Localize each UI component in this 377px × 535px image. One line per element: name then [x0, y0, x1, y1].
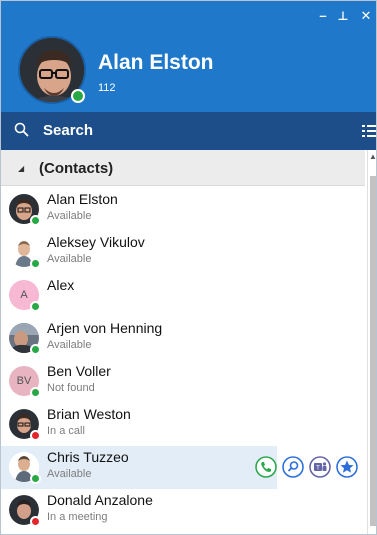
profile-name: Alan Elston [98, 51, 214, 74]
status-dot [30, 215, 41, 226]
presence-indicator [71, 89, 85, 103]
vertical-scrollbar[interactable]: ▲ [367, 150, 376, 534]
status-dot [30, 258, 41, 269]
group-label: (Contacts) [39, 160, 114, 177]
status-dot [30, 516, 41, 527]
contacts-window: – ⊥ ✕ Alan Elston 112 Search ◢ (Contacts… [0, 0, 377, 535]
scroll-up-arrow-icon[interactable]: ▲ [369, 152, 376, 161]
search-label[interactable]: Search [43, 122, 93, 139]
group-header-contacts[interactable]: ◢ (Contacts) [1, 150, 365, 186]
contact-status: Available [47, 210, 92, 222]
collapse-caret-icon[interactable]: ◢ [18, 164, 24, 173]
star-icon[interactable] [336, 456, 358, 478]
contact-row[interactable]: A Alex [1, 274, 365, 317]
contact-name: Donald Anzalone [47, 492, 153, 508]
contact-row[interactable]: Arjen von Henning Available [1, 317, 365, 360]
contact-status: Not found [47, 382, 95, 394]
search-icon [14, 122, 29, 137]
teams-icon[interactable]: T [309, 456, 331, 478]
phone-icon[interactable] [255, 456, 277, 478]
contact-name: Alan Elston [47, 191, 118, 207]
contact-row[interactable]: BV Ben Voller Not found [1, 360, 365, 403]
contact-name: Aleksey Vikulov [47, 234, 145, 250]
minimize-button[interactable]: – [315, 8, 331, 24]
list-view-icon[interactable] [362, 123, 377, 139]
pin-button[interactable]: ⊥ [335, 8, 351, 24]
contact-status: Available [47, 253, 92, 265]
contact-row[interactable]: Brian Weston In a call [1, 403, 365, 446]
scroll-thumb[interactable] [370, 176, 376, 526]
profile-extension: 112 [98, 82, 116, 94]
row-actions: T [251, 446, 367, 489]
status-dot [30, 301, 41, 312]
status-dot [30, 344, 41, 355]
svg-text:T: T [315, 465, 320, 472]
contact-name: Alex [47, 277, 75, 293]
contact-status: Available [47, 339, 92, 351]
contact-row-selected[interactable]: Chris Tuzzeo Available [1, 446, 277, 489]
search-bar[interactable]: Search [1, 112, 377, 150]
status-dot [30, 430, 41, 441]
magnify-icon[interactable] [282, 456, 304, 478]
contact-name: Arjen von Henning [47, 320, 163, 336]
contact-row[interactable]: Alan Elston Available [1, 188, 365, 231]
contact-name: Brian Weston [47, 406, 131, 422]
contact-name: Chris Tuzzeo [47, 449, 129, 465]
contact-name: Ben Voller [47, 363, 111, 379]
profile-header: – ⊥ ✕ Alan Elston 112 [1, 1, 376, 112]
contact-row[interactable]: Aleksey Vikulov Available [1, 231, 365, 274]
close-button[interactable]: ✕ [358, 8, 374, 24]
status-dot [30, 473, 41, 484]
contact-status: In a meeting [47, 511, 108, 523]
contact-list: ◢ (Contacts) Alan Elston Available Aleks… [1, 150, 367, 534]
contact-status: Available [47, 468, 92, 480]
status-dot [30, 387, 41, 398]
contact-status: In a call [47, 425, 85, 437]
contact-row[interactable]: Donald Anzalone In a meeting [1, 489, 365, 532]
